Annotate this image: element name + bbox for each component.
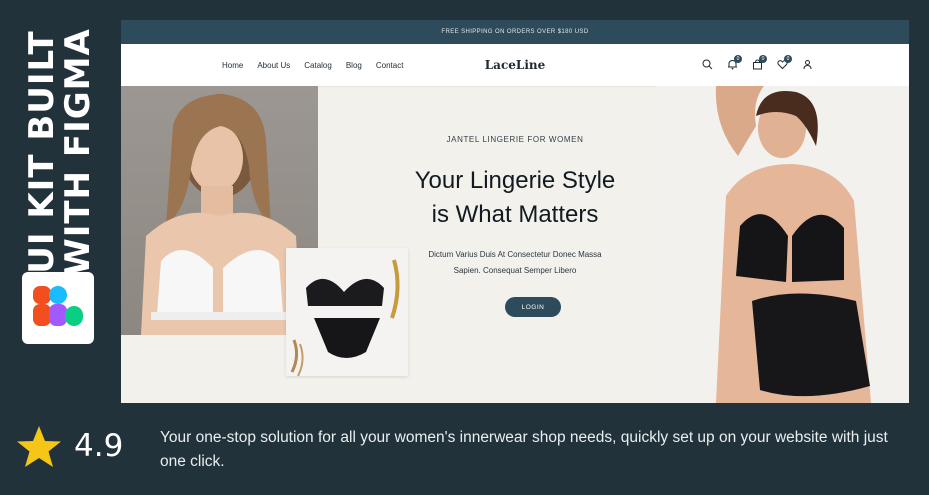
shipping-announcement-bar: FREE SHIPPING ON ORDERS OVER $180 USD [121,20,909,44]
promo-title-line-1: UI KIT BUILT [22,30,62,274]
user-icon [803,60,812,70]
shipping-announcement-text: FREE SHIPPING ON ORDERS OVER $180 USD [441,29,589,35]
hero-subtitle-line-1: Dictum Varius Duis At Consectetur Donec … [428,250,602,259]
hero-headline-line-2: is What Matters [431,201,599,228]
nav-catalog[interactable]: Catalog [304,61,332,70]
nav-blog[interactable]: Blog [346,61,362,70]
cart-count-badge: 0 [759,55,767,63]
promo-title-line-2: WITH FIGMA [58,28,98,276]
product-description: Your one-stop solution for all your wome… [160,429,888,470]
notifications-button[interactable]: 0 [727,55,742,72]
wishlist-count-badge: 0 [784,55,792,63]
hero-eyebrow: JANTEL LINGERIE FOR WOMEN [446,135,584,144]
figma-badge [22,272,94,344]
header-icons: 0 0 0 [702,55,817,72]
figma-logo-icon [33,286,83,326]
account-button[interactable] [802,57,817,72]
nav-about-us[interactable]: About Us [257,61,290,70]
rating-value: 4.9 [74,428,124,464]
notifications-count-badge: 0 [734,55,742,63]
cart-button[interactable]: 0 [752,55,767,72]
nav-contact[interactable]: Contact [376,61,404,70]
main-nav: Home About Us Catalog Blog Contact [222,44,403,86]
hero-section: JANTEL LINGERIE FOR WOMEN Your Lingerie … [121,86,909,403]
nav-home[interactable]: Home [222,61,243,70]
website-preview: FREE SHIPPING ON ORDERS OVER $180 USD La… [121,20,909,403]
hero-headline-line-1: Your Lingerie Style [414,167,616,194]
promo-title-text: UI KIT BUILT WITH FIGMA [22,28,98,276]
star-icon [17,426,61,467]
site-header: LaceLine Home About Us Catalog Blog Cont… [121,44,909,87]
promo-vertical-title: UI KIT BUILT WITH FIGMA [18,28,98,276]
hero-model-photo-right [656,86,909,403]
hero-subtitle: Dictum Varius Duis At Consectetur Donec … [356,247,674,279]
model-black-lingerie-image [656,86,909,403]
hero-subtitle-line-2: Sapien. Consequat Semper Libero [453,266,577,275]
login-button[interactable]: LOGIN [505,297,561,317]
search-button[interactable] [702,57,717,72]
wishlist-button[interactable]: 0 [777,55,792,72]
hero-headline: Your Lingerie Style is What Matters [356,164,674,232]
search-icon [702,59,713,70]
